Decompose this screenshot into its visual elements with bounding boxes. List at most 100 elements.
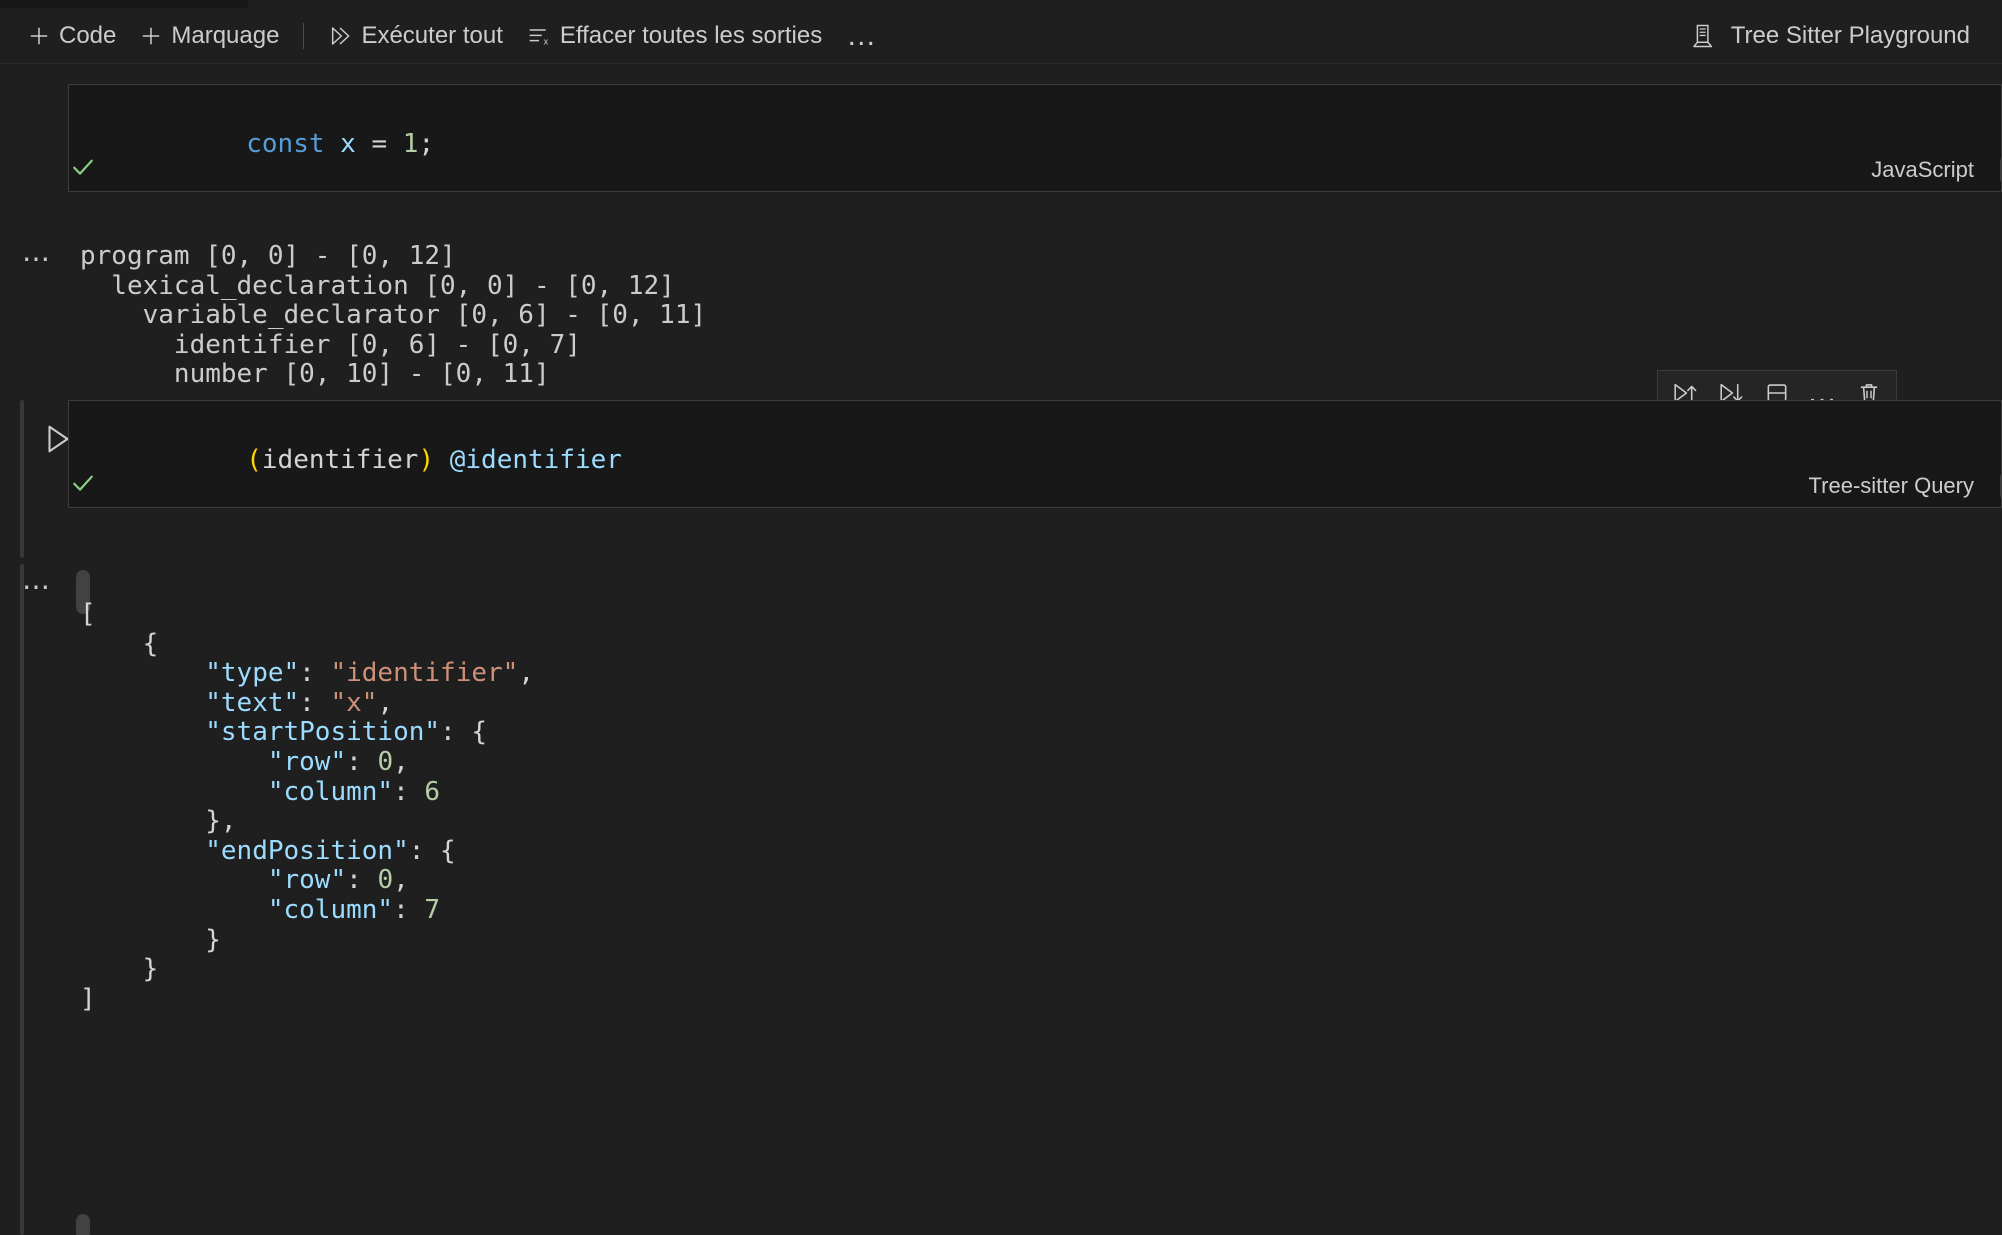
cell-2-output-json-line: [ xyxy=(80,600,534,630)
cell-2-output-json-line: } xyxy=(80,955,534,985)
json-token: , xyxy=(393,747,409,777)
svg-text:x: x xyxy=(543,37,548,47)
json-token: "row" xyxy=(268,747,346,777)
cell-1-editor[interactable]: const x = 1; JavaScript xyxy=(68,84,2002,192)
json-token: 0 xyxy=(377,747,393,777)
add-code-cell-label: Code xyxy=(59,24,116,48)
json-token: : xyxy=(346,865,377,895)
cell-2-success-check-icon xyxy=(69,469,97,503)
kernel-selector[interactable]: Tree Sitter Playground xyxy=(1679,18,1980,54)
cell-2-output-json-line: "type": "identifier", xyxy=(80,659,534,689)
ellipsis-icon: … xyxy=(846,31,878,41)
cell-1-output-line: identifier [0, 6] - [0, 7] xyxy=(80,330,581,360)
notebook-body: const x = 1; JavaScript ⋯ program [0, 0]… xyxy=(0,64,2002,1235)
json-token xyxy=(80,895,268,925)
cell-2-output-json-line: "column": 7 xyxy=(80,896,534,926)
json-token: : { xyxy=(440,717,487,747)
kernel-label: Tree Sitter Playground xyxy=(1731,22,1970,50)
notebook-toolbar-right: Tree Sitter Playground xyxy=(1679,18,2002,54)
cell-1-output-line: program [0, 0] - [0, 12] xyxy=(80,241,456,271)
json-token: "identifier" xyxy=(330,658,518,688)
json-token: }, xyxy=(80,806,237,836)
cell-1-status-bar: JavaScript xyxy=(69,153,2001,187)
json-token: [ xyxy=(80,599,96,629)
json-token: : xyxy=(299,688,330,718)
json-token: : xyxy=(393,777,424,807)
json-token: } xyxy=(80,954,158,984)
json-token: : xyxy=(299,658,330,688)
cell-1-output: program [0, 0] - [0, 12] lexical_declara… xyxy=(80,242,706,390)
json-token xyxy=(80,717,205,747)
json-token: , xyxy=(518,658,534,688)
notebook-cell-2[interactable]: … (identifier) @identifier Tree-sitter Q… xyxy=(0,394,2002,564)
server-kernel-icon xyxy=(1689,22,1717,50)
json-token xyxy=(80,777,268,807)
add-markdown-cell-label: Marquage xyxy=(171,24,279,48)
json-token xyxy=(80,747,268,777)
cell-1-output-line: lexical_declaration [0, 0] - [0, 12] xyxy=(80,271,675,301)
json-token: 6 xyxy=(424,777,440,807)
notebook-toolbar-left: Code Marquage Exécuter tout x xyxy=(0,18,890,54)
json-token: "row" xyxy=(268,865,346,895)
cell-2-output-json-line: "row": 0, xyxy=(80,748,534,778)
notebook-cell-1[interactable]: const x = 1; JavaScript ⋯ program [0, 0]… xyxy=(0,64,2002,354)
add-markdown-cell-button[interactable]: Marquage xyxy=(128,18,291,54)
cell-2-editor[interactable]: (identifier) @identifier Tree-sitter Que… xyxy=(68,400,2002,508)
json-token xyxy=(80,865,268,895)
cell-2-output-json-line: "endPosition": { xyxy=(80,837,534,867)
cell-2-output-json-line: "text": "x", xyxy=(80,689,534,719)
json-token xyxy=(80,836,205,866)
cell-2-output-json: [ { "type": "identifier", "text": "x", "… xyxy=(80,600,534,1014)
cell-1-output-line: variable_declarator [0, 6] - [0, 11] xyxy=(80,300,706,330)
cell-1-language-label[interactable]: JavaScript xyxy=(1871,159,2001,181)
cell-2-language-label[interactable]: Tree-sitter Query xyxy=(1809,475,2001,497)
notebook-toolbar: Code Marquage Exécuter tout x xyxy=(0,8,2002,64)
json-token: "text" xyxy=(205,688,299,718)
cell-2-output-ellipsis[interactable]: ⋯ xyxy=(22,582,52,592)
toolbar-divider xyxy=(303,23,304,49)
json-token: "column" xyxy=(268,777,393,807)
plus-icon xyxy=(28,25,50,47)
json-token: } xyxy=(80,925,221,955)
json-token: 0 xyxy=(377,865,393,895)
cell-1-success-check-icon xyxy=(69,153,97,187)
run-all-label: Exécuter tout xyxy=(361,24,502,48)
plus-icon xyxy=(140,25,162,47)
json-token: 7 xyxy=(424,895,440,925)
cell-1-output-line: number [0, 10] - [0, 11] xyxy=(80,359,550,389)
json-token: , xyxy=(377,688,393,718)
cell-2-output-json-line: }, xyxy=(80,807,534,837)
ellipsis-icon: … xyxy=(1807,388,1839,398)
json-token: "type" xyxy=(205,658,299,688)
notebook-scrollbar-thumb[interactable] xyxy=(76,1214,90,1235)
json-token xyxy=(80,658,205,688)
json-token xyxy=(80,688,205,718)
json-token: "startPosition" xyxy=(205,717,440,747)
cell-2-output-json-line: } xyxy=(80,926,534,956)
run-all-button[interactable]: Exécuter tout xyxy=(316,18,514,54)
json-token: "x" xyxy=(330,688,377,718)
cell-2-output-json-line: ] xyxy=(80,985,534,1015)
clear-all-outputs-button[interactable]: x Effacer toutes les sorties xyxy=(515,18,834,54)
json-token: "endPosition" xyxy=(205,836,409,866)
cell-2-output-json-line: { xyxy=(80,630,534,660)
json-token: : { xyxy=(409,836,456,866)
json-token: , xyxy=(393,865,409,895)
clear-all-outputs-label: Effacer toutes les sorties xyxy=(560,24,822,48)
add-code-cell-button[interactable]: Code xyxy=(16,18,128,54)
editor-tab-strip xyxy=(0,0,2002,8)
cell-2-status-bar: Tree-sitter Query xyxy=(69,469,2001,503)
cell-1-output-ellipsis[interactable]: ⋯ xyxy=(22,254,52,264)
json-token: { xyxy=(80,629,158,659)
json-token: : xyxy=(346,747,377,777)
json-token: : xyxy=(393,895,424,925)
cell-2-output-focus-indicator xyxy=(20,564,24,1235)
clear-outputs-icon: x xyxy=(527,24,551,48)
json-token: ] xyxy=(80,984,96,1014)
cell-2-output-json-line: "column": 6 xyxy=(80,778,534,808)
toolbar-more-button[interactable]: … xyxy=(834,18,890,54)
run-all-icon xyxy=(328,24,352,48)
cell-2-output-region: ⋯ [ { "type": "identifier", "text": "x",… xyxy=(0,564,2002,1235)
json-token: "column" xyxy=(268,895,393,925)
cell-2-focus-indicator xyxy=(20,400,24,558)
